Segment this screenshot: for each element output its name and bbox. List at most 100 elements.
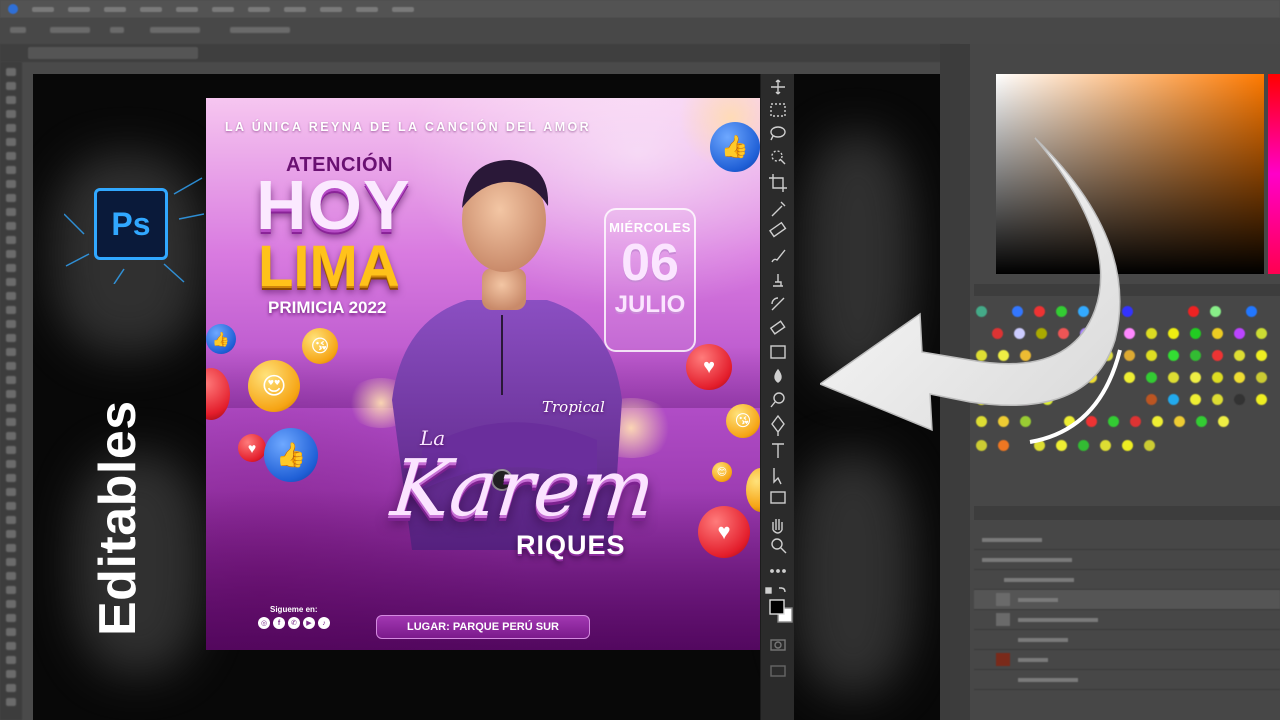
layer-row[interactable] <box>974 570 1280 590</box>
hue-slider[interactable] <box>1268 74 1280 274</box>
tool-icon[interactable] <box>6 642 16 650</box>
layer-row[interactable] <box>974 610 1280 630</box>
poster-artwork[interactable]: LA ÚNICA REYNA DE LA CANCIÓN DEL AMOR AT… <box>206 98 760 650</box>
eraser-tool-icon[interactable] <box>769 320 786 335</box>
tool-icon[interactable] <box>6 68 16 76</box>
screen-mode-icon[interactable] <box>770 665 786 677</box>
menu-item[interactable] <box>104 6 126 12</box>
history-brush-tool-icon[interactable] <box>771 297 785 311</box>
clone-stamp-tool-icon[interactable] <box>773 274 783 287</box>
tool-icon[interactable] <box>6 614 16 622</box>
tool-icon[interactable] <box>6 586 16 594</box>
tool-preset-icon[interactable] <box>10 27 26 33</box>
menu-item[interactable] <box>320 6 342 12</box>
tool-icon[interactable] <box>6 628 16 636</box>
tool-icon[interactable] <box>6 516 16 524</box>
brush-tool-icon[interactable] <box>771 249 786 263</box>
tool-icon[interactable] <box>6 558 16 566</box>
tool-icon[interactable] <box>6 166 16 174</box>
heart-reaction-icon: ♥ <box>238 434 266 462</box>
option-control[interactable] <box>110 27 124 33</box>
foreground-color-swatch[interactable] <box>769 599 793 623</box>
tool-icon[interactable] <box>6 180 16 188</box>
lasso-tool-icon[interactable] <box>770 126 786 141</box>
tool-icon[interactable] <box>6 278 16 286</box>
menu-item[interactable] <box>68 6 90 12</box>
tool-icon[interactable] <box>6 684 16 692</box>
tool-icon[interactable] <box>6 306 16 314</box>
layer-row[interactable] <box>974 630 1280 650</box>
option-control[interactable] <box>230 27 290 33</box>
tool-icon[interactable] <box>6 348 16 356</box>
tool-icon[interactable] <box>6 96 16 104</box>
document-tab[interactable] <box>28 47 198 59</box>
menu-item[interactable] <box>356 6 378 12</box>
option-control[interactable] <box>50 27 90 33</box>
type-tool-icon[interactable] <box>772 443 784 458</box>
tool-icon[interactable] <box>6 138 16 146</box>
tool-icon[interactable] <box>6 208 16 216</box>
menu-item[interactable] <box>140 6 162 12</box>
hand-tool-icon[interactable] <box>772 519 783 534</box>
layer-row[interactable] <box>974 650 1280 670</box>
tool-icon[interactable] <box>6 376 16 384</box>
tool-icon[interactable] <box>6 194 16 202</box>
tool-icon[interactable] <box>6 670 16 678</box>
pen-tool-icon[interactable] <box>771 414 785 436</box>
tool-icon[interactable] <box>6 320 16 328</box>
layer-row[interactable] <box>974 670 1280 690</box>
layer-row[interactable] <box>974 530 1280 550</box>
option-control[interactable] <box>150 27 200 33</box>
menu-item[interactable] <box>176 6 198 12</box>
tool-icon[interactable] <box>6 82 16 90</box>
move-tool-icon[interactable] <box>771 79 785 95</box>
path-select-tool-icon[interactable] <box>773 468 782 485</box>
tool-icon[interactable] <box>6 292 16 300</box>
tool-icon[interactable] <box>6 110 16 118</box>
tool-icon[interactable] <box>6 572 16 580</box>
tool-icon[interactable] <box>6 418 16 426</box>
tool-icon[interactable] <box>6 446 16 454</box>
tool-icon[interactable] <box>6 530 16 538</box>
tool-icon[interactable] <box>6 460 16 468</box>
tool-icon[interactable] <box>6 432 16 440</box>
tool-icon[interactable] <box>6 362 16 370</box>
tool-icon[interactable] <box>6 124 16 132</box>
layer-row[interactable] <box>974 590 1280 610</box>
tool-icon[interactable] <box>6 698 16 706</box>
tool-icon[interactable] <box>6 222 16 230</box>
quick-mask-icon[interactable] <box>770 639 786 651</box>
layer-row[interactable] <box>974 550 1280 570</box>
menu-item[interactable] <box>212 6 234 12</box>
tool-icon[interactable] <box>6 474 16 482</box>
tool-icon[interactable] <box>6 502 16 510</box>
menu-item[interactable] <box>284 6 306 12</box>
blur-tool-icon[interactable] <box>774 368 782 383</box>
swap-colors-icon[interactable] <box>765 587 786 594</box>
tool-icon[interactable] <box>6 404 16 412</box>
tool-icon[interactable] <box>6 250 16 258</box>
more-tools-icon[interactable] <box>770 569 786 573</box>
tool-icon[interactable] <box>6 656 16 664</box>
tool-icon[interactable] <box>6 334 16 342</box>
rectangle-tool-icon[interactable] <box>770 491 786 504</box>
tool-icon[interactable] <box>6 544 16 552</box>
quick-select-tool-icon[interactable] <box>771 150 786 165</box>
ps-app-icon[interactable] <box>8 4 18 14</box>
eyedropper-tool-icon[interactable] <box>771 201 786 217</box>
dodge-tool-icon[interactable] <box>770 392 785 408</box>
crop-tool-icon[interactable] <box>769 174 787 192</box>
zoom-tool-icon[interactable] <box>771 538 787 554</box>
menu-item[interactable] <box>392 6 414 12</box>
tool-icon[interactable] <box>6 152 16 160</box>
marquee-tool-icon[interactable] <box>770 103 786 117</box>
tool-icon[interactable] <box>6 600 16 608</box>
healing-brush-tool-icon[interactable] <box>768 221 787 238</box>
tool-icon[interactable] <box>6 236 16 244</box>
tool-icon[interactable] <box>6 488 16 496</box>
tool-icon[interactable] <box>6 264 16 272</box>
menu-item[interactable] <box>32 6 54 12</box>
gradient-tool-icon[interactable] <box>770 345 786 359</box>
menu-item[interactable] <box>248 6 270 12</box>
tool-icon[interactable] <box>6 390 16 398</box>
